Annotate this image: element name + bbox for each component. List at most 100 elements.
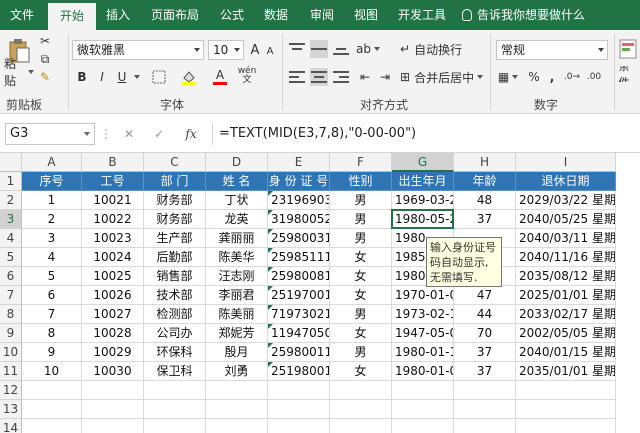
table-cell[interactable]: 7 [22, 305, 82, 324]
row-header-2[interactable]: 2 [0, 191, 22, 210]
table-cell[interactable]: 3 [22, 229, 82, 248]
underline-dropdown[interactable] [130, 68, 140, 86]
table-cell[interactable]: 2035/01/01 星期一 [516, 362, 616, 381]
column-header-b[interactable]: B [82, 153, 144, 172]
table-cell[interactable]: 1970-01-01 [392, 286, 454, 305]
underline-button[interactable]: U [114, 68, 130, 86]
table-header-cell[interactable]: 身 份 证 号 [268, 172, 330, 191]
tab-home[interactable]: 开始 [48, 3, 96, 30]
table-header-cell[interactable]: 工号 [82, 172, 144, 191]
tab-review[interactable]: 审阅 [302, 0, 342, 30]
table-cell[interactable]: 女 [330, 324, 392, 343]
align-left-icon[interactable] [288, 68, 306, 86]
table-cell[interactable]: 男 [330, 210, 392, 229]
wrap-text-button[interactable]: ↵ 自动换行 [400, 40, 480, 58]
table-cell[interactable]: 10028 [82, 324, 144, 343]
table-cell[interactable]: 10 [22, 362, 82, 381]
table-cell[interactable]: 2040/03/11 星期日 [516, 229, 616, 248]
table-cell[interactable]: 男 [330, 305, 392, 324]
empty-cell[interactable] [392, 381, 454, 400]
table-cell[interactable]: 男 [330, 229, 392, 248]
percent-style-button[interactable]: % [526, 68, 542, 86]
tab-page-layout[interactable]: 页面布局 [144, 0, 206, 30]
empty-cell[interactable] [206, 400, 268, 419]
table-cell[interactable]: 251980010 [268, 362, 330, 381]
row-header-13[interactable]: 13 [0, 400, 22, 419]
column-header-g[interactable]: G [392, 153, 454, 172]
table-cell[interactable]: 女 [330, 248, 392, 267]
row-header-12[interactable]: 12 [0, 381, 22, 400]
empty-cell[interactable] [22, 400, 82, 419]
empty-cell[interactable] [144, 400, 206, 419]
column-header-f[interactable]: F [330, 153, 392, 172]
insert-function-button[interactable]: fx [182, 125, 200, 143]
align-right-icon[interactable] [332, 68, 350, 86]
fill-color-icon[interactable] [180, 68, 198, 86]
font-color-icon[interactable]: A [212, 66, 228, 86]
table-header-cell[interactable]: 退休日期 [516, 172, 616, 191]
row-header-4[interactable]: 4 [0, 229, 22, 248]
table-cell[interactable]: 1969-03-22 [392, 191, 454, 210]
table-cell[interactable]: 37 [454, 343, 516, 362]
empty-cell[interactable] [268, 400, 330, 419]
empty-cell[interactable] [206, 419, 268, 433]
font-size-combo[interactable]: 10 [208, 40, 244, 60]
table-cell[interactable]: 男 [330, 191, 392, 210]
table-cell[interactable]: 719730217 [268, 305, 330, 324]
table-cell[interactable]: 2035/08/12 星期日 [516, 267, 616, 286]
paste-button[interactable]: 粘贴 [4, 57, 34, 88]
row-header-11[interactable]: 11 [0, 362, 22, 381]
accounting-format-icon[interactable]: ▦ [496, 68, 520, 86]
table-cell[interactable]: 陈美华 [206, 248, 268, 267]
table-cell[interactable]: 8 [22, 324, 82, 343]
tab-view[interactable]: 视图 [346, 0, 386, 30]
table-cell[interactable]: 251970010 [268, 286, 330, 305]
table-cell[interactable]: 6 [22, 286, 82, 305]
empty-cell[interactable] [330, 381, 392, 400]
row-header-5[interactable]: 5 [0, 248, 22, 267]
empty-cell[interactable] [206, 381, 268, 400]
table-cell[interactable]: 公司办 [144, 324, 206, 343]
table-cell[interactable]: 1980-01-15 [392, 343, 454, 362]
grow-font-button[interactable]: A [248, 40, 262, 60]
table-cell[interactable]: 10030 [82, 362, 144, 381]
table-header-cell[interactable]: 部 门 [144, 172, 206, 191]
empty-cell[interactable] [516, 419, 616, 433]
column-header-d[interactable]: D [206, 153, 268, 172]
borders-icon[interactable] [150, 68, 168, 86]
empty-cell[interactable] [268, 381, 330, 400]
empty-cell[interactable] [454, 400, 516, 419]
table-cell[interactable]: 1980-01-01 [392, 362, 454, 381]
conditional-format-icon[interactable] [618, 38, 638, 60]
tab-data[interactable]: 数据 [256, 0, 296, 30]
table-cell[interactable]: 2040/11/16 星期五 [516, 248, 616, 267]
table-cell[interactable]: 319800525 [268, 210, 330, 229]
table-cell[interactable]: 259851116 [268, 248, 330, 267]
empty-cell[interactable] [392, 419, 454, 433]
table-cell[interactable]: 殷月 [206, 343, 268, 362]
table-cell[interactable]: 259800115 [268, 343, 330, 362]
number-format-combo[interactable]: 常规 [496, 40, 608, 60]
table-cell[interactable]: 男 [330, 343, 392, 362]
table-cell[interactable]: 1973-02-17 [392, 305, 454, 324]
empty-cell[interactable] [268, 419, 330, 433]
formula-input[interactable]: =TEXT(MID(E3,7,8),"0-00-00") [212, 123, 638, 145]
increase-decimal-icon[interactable]: .0→ [562, 68, 582, 86]
tell-me-box[interactable]: 告诉我你想要做什么 [462, 0, 585, 30]
cut-icon[interactable]: ✂ [38, 34, 52, 48]
table-cell[interactable]: 2040/05/25 星期五 [516, 210, 616, 229]
table-cell[interactable]: 1 [22, 191, 82, 210]
align-middle-icon[interactable] [310, 40, 328, 58]
table-cell[interactable]: 119470505 [268, 324, 330, 343]
table-cell[interactable]: 10025 [82, 267, 144, 286]
table-cell[interactable]: 70 [454, 324, 516, 343]
table-cell[interactable]: 2040/01/15 星期日 [516, 343, 616, 362]
table-header-cell[interactable]: 序号 [22, 172, 82, 191]
table-header-cell[interactable]: 姓 名 [206, 172, 268, 191]
table-cell[interactable]: 5 [22, 267, 82, 286]
row-header-6[interactable]: 6 [0, 267, 22, 286]
table-cell[interactable]: 10024 [82, 248, 144, 267]
copy-icon[interactable]: ⧉ [38, 52, 52, 66]
format-painter-icon[interactable]: ✎ [38, 70, 52, 84]
empty-cell[interactable] [330, 400, 392, 419]
